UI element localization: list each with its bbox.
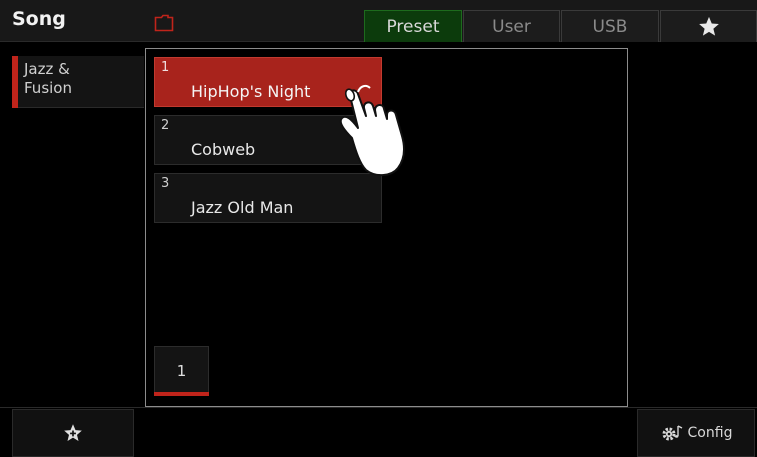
add-favorite-star-icon	[64, 424, 82, 441]
song-number: 2	[161, 118, 170, 133]
page-active-indicator	[154, 392, 209, 396]
tab-user[interactable]: User	[463, 10, 560, 42]
config-label: Config	[687, 425, 733, 441]
selected-indicator	[12, 56, 18, 108]
tab-favorites[interactable]	[660, 10, 757, 42]
page-title: Song	[12, 8, 66, 30]
song-number: 1	[161, 60, 170, 75]
tab-preset[interactable]: Preset	[364, 10, 462, 42]
sidebar-item-jazz-fusion[interactable]: Jazz & Fusion	[12, 56, 144, 108]
gear-music-icon	[662, 425, 682, 441]
song-name: HipHop's Night	[191, 82, 311, 101]
page-1-button[interactable]: 1	[154, 346, 209, 396]
star-icon	[698, 16, 719, 36]
song-name: Jazz Old Man	[191, 198, 294, 217]
song-item-jazz-old-man[interactable]: 3 Jazz Old Man	[154, 173, 382, 223]
tap-hand-icon	[339, 84, 406, 176]
tab-usb[interactable]: USB	[561, 10, 659, 42]
footer-divider	[0, 407, 757, 408]
folder-icon[interactable]	[154, 14, 174, 32]
add-favorite-button[interactable]	[12, 409, 134, 457]
config-button[interactable]: Config	[637, 409, 755, 457]
sidebar-item-label: Jazz & Fusion	[24, 60, 72, 97]
song-name: Cobweb	[191, 140, 256, 159]
song-number: 3	[161, 176, 170, 191]
